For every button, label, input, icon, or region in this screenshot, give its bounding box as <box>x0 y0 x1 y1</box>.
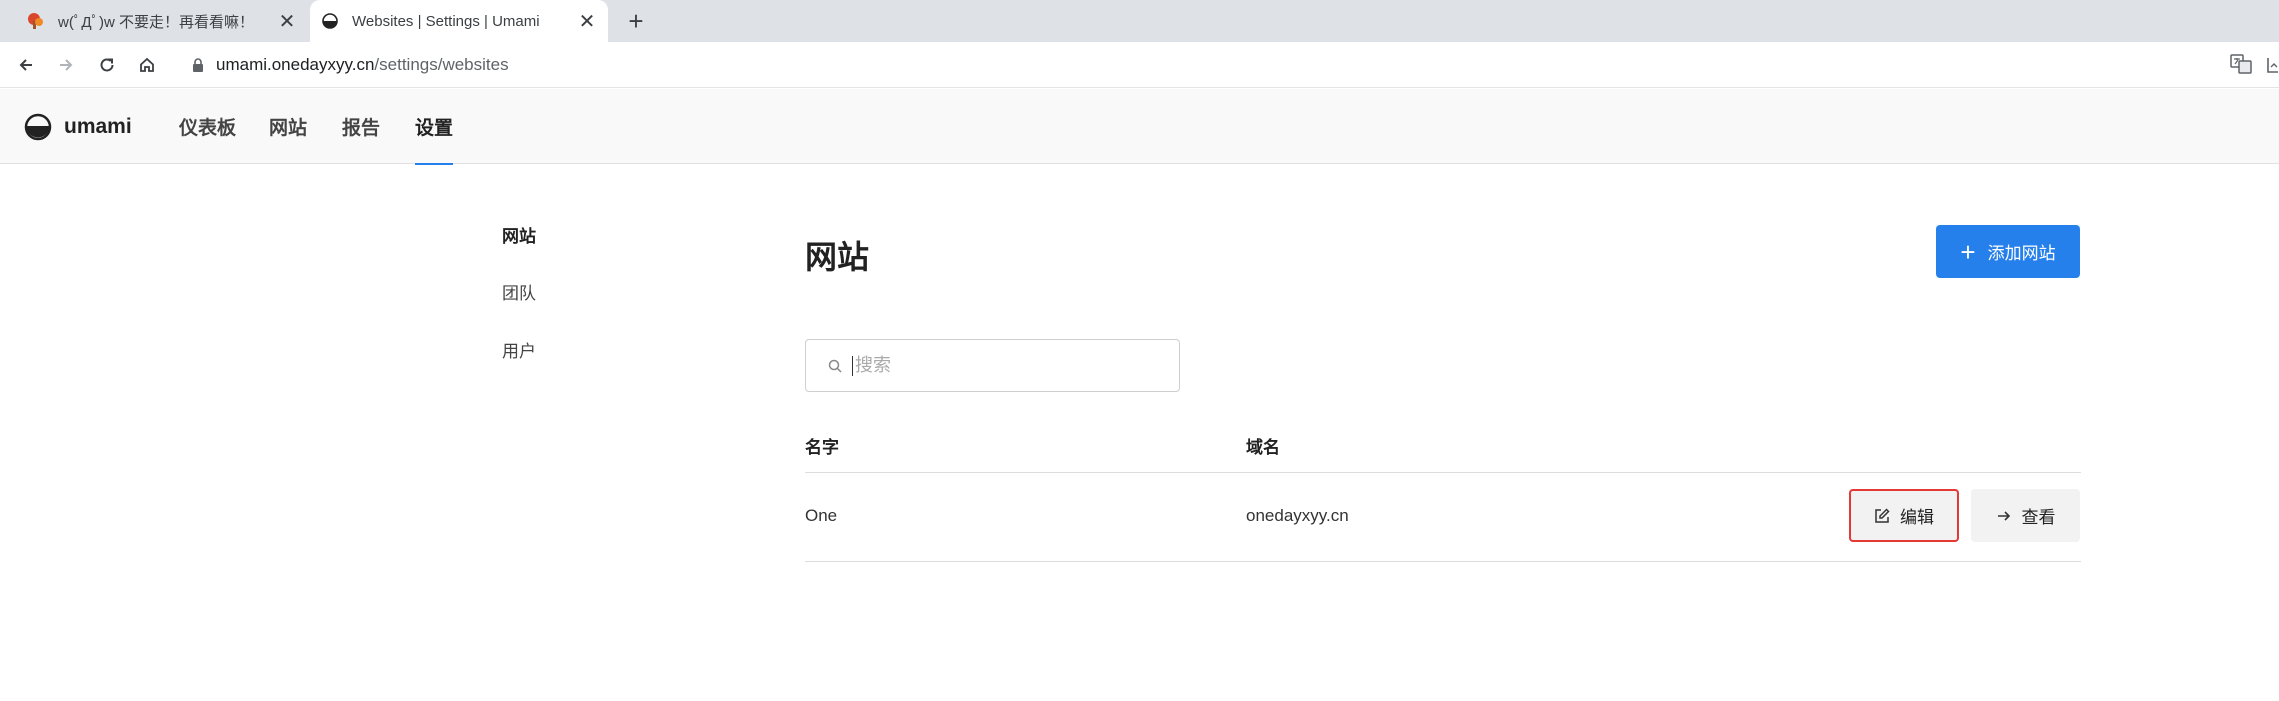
arrow-right-icon <box>1997 510 2010 521</box>
reload-icon[interactable] <box>93 51 121 79</box>
sidebar-item-teams[interactable]: 团队 <box>502 279 536 304</box>
add-website-label: 添加网站 <box>1987 244 2056 263</box>
browser-tab-2[interactable]: Websites | Settings | Umami ✕ <box>310 0 608 42</box>
browser-toolbar: umami.onedayxyy.cn/settings/websites <box>0 42 2279 88</box>
page-title: 网站 <box>805 239 870 275</box>
column-header-domain: 域名 <box>1246 438 1280 457</box>
lock-icon[interactable] <box>190 57 206 73</box>
logo[interactable]: umami <box>24 113 132 141</box>
row-website-domain: onedayxyy.cn <box>1246 506 1349 525</box>
table-divider <box>805 561 2081 562</box>
tab-close-icon[interactable]: ✕ <box>574 8 600 34</box>
extension-icon[interactable] <box>2266 56 2279 74</box>
search-input[interactable] <box>855 355 1155 376</box>
edit-button[interactable]: 编辑 <box>1849 489 1959 542</box>
tab-favicon-icon <box>320 11 340 31</box>
browser-tab-1[interactable]: w(ﾟДﾟ)w 不要走！再看看嘛！ ✕ <box>16 0 308 42</box>
back-arrow-icon[interactable] <box>12 51 40 79</box>
add-website-button[interactable]: + 添加网站 <box>1936 225 2080 278</box>
nav-settings[interactable]: 设置 <box>415 89 454 165</box>
url-path: /settings/websites <box>374 55 509 74</box>
column-header-name: 名字 <box>805 438 839 457</box>
row-website-name: One <box>805 506 838 525</box>
home-icon[interactable] <box>133 51 161 79</box>
sidebar-item-websites[interactable]: 网站 <box>502 222 536 247</box>
tab-title: w(ﾟДﾟ)w 不要走！再看看嘛！ <box>58 13 254 31</box>
brand-name: umami <box>64 115 132 138</box>
address-bar[interactable]: umami.onedayxyy.cn/settings/websites <box>176 48 2266 82</box>
sidebar-item-users[interactable]: 用户 <box>502 337 536 362</box>
new-tab-icon[interactable]: + <box>622 6 650 36</box>
edit-icon <box>1875 507 1890 523</box>
tab-title: Websites | Settings | Umami <box>352 12 540 30</box>
plus-icon: + <box>1960 236 1976 267</box>
nav-websites[interactable]: 网站 <box>269 89 307 164</box>
tab-close-icon[interactable]: ✕ <box>274 8 300 34</box>
view-label: 查看 <box>2021 508 2056 527</box>
view-button[interactable]: 查看 <box>1971 489 2080 542</box>
translate-icon[interactable] <box>2230 53 2252 75</box>
text-caret <box>852 355 853 376</box>
search-field[interactable] <box>805 339 1180 392</box>
app-header: umami 仪表板 网站 报告 设置 <box>0 89 2279 165</box>
edit-label: 编辑 <box>1900 508 1934 527</box>
url-host: umami.onedayxyy.cn <box>216 55 375 74</box>
table-divider <box>805 472 2081 473</box>
umami-logo-icon <box>24 113 52 141</box>
tab-favicon-icon <box>26 11 46 31</box>
search-icon <box>828 359 842 373</box>
browser-tabstrip: w(ﾟДﾟ)w 不要走！再看看嘛！ ✕ Websites | Settings … <box>0 0 2279 42</box>
forward-arrow-icon[interactable] <box>52 51 80 79</box>
nav-dashboard[interactable]: 仪表板 <box>179 89 236 164</box>
nav-reports[interactable]: 报告 <box>342 89 380 164</box>
